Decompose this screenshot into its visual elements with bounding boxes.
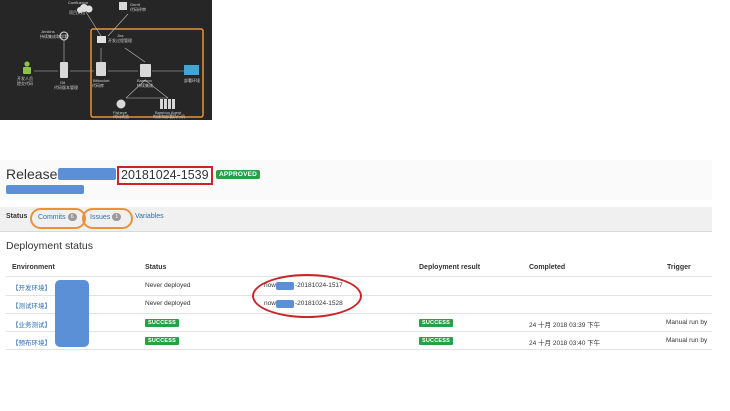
release-header bbox=[0, 160, 712, 200]
redacted-subtitle bbox=[6, 185, 84, 194]
result-success-badge[interactable]: SUCCESS bbox=[419, 337, 453, 345]
gerrit-icon bbox=[119, 2, 127, 10]
jira-icon bbox=[97, 36, 106, 43]
bamboo-icon bbox=[140, 64, 151, 77]
release-version: 20181024-1539 bbox=[117, 166, 213, 185]
issues-highlight-oval bbox=[82, 208, 133, 229]
diagram-sub-agent: 构建和部署执行机 bbox=[153, 113, 185, 119]
env-link-biz-test[interactable]: 【业务测试】 bbox=[12, 319, 51, 329]
diagram-label-confluence: Confluence bbox=[68, 0, 89, 5]
diagram-sub-fisheye: 代码浏览 bbox=[113, 113, 129, 119]
commits-highlight-oval bbox=[30, 208, 86, 229]
release-title-label: Release: bbox=[6, 166, 62, 182]
diagram-sub-jenkins: 持续集成和部署 bbox=[40, 33, 68, 39]
result-success-badge[interactable]: SUCCESS bbox=[419, 319, 453, 327]
col-header-result: Deployment result bbox=[419, 264, 481, 271]
tab-variables-label: Variables bbox=[135, 213, 164, 220]
row-completed: 24 十月 2018 03:40 下午 bbox=[529, 340, 601, 347]
bitbucket-icon bbox=[96, 62, 106, 76]
developer-icon bbox=[23, 61, 31, 74]
bamboo-agent-icon bbox=[160, 99, 175, 109]
env-link-preprod[interactable]: 【预布环境】 bbox=[12, 337, 51, 347]
diagram-sub-jira: 开发过程管理 bbox=[108, 37, 132, 43]
row-divider bbox=[6, 331, 712, 332]
col-header-environment: Environment bbox=[12, 264, 55, 271]
row-trigger: Manual run by bbox=[666, 337, 708, 344]
row-completed: 24 十月 2018 03:39 下午 bbox=[529, 322, 601, 329]
col-header-status: Status bbox=[145, 264, 167, 271]
row-status: Never deployed bbox=[145, 282, 191, 289]
tab-status[interactable]: Status bbox=[6, 213, 27, 220]
row-status: Never deployed bbox=[145, 300, 191, 307]
redacted-plan-name bbox=[58, 168, 116, 180]
redacted-env-names bbox=[55, 280, 89, 347]
version-highlight-ellipse bbox=[252, 274, 362, 318]
status-success-badge: SUCCESS bbox=[145, 319, 179, 327]
tab-status-label: Status bbox=[6, 213, 28, 220]
env-link-dev[interactable]: 【开发环境】 bbox=[12, 282, 51, 292]
deployment-status-title: Deployment status bbox=[6, 240, 93, 252]
row-divider bbox=[6, 349, 712, 350]
tab-variables[interactable]: Variables bbox=[135, 213, 164, 220]
diagram-sub-confluence: 项目文档 bbox=[69, 9, 85, 15]
row-trigger: Manual run by bbox=[666, 319, 708, 326]
deploy-env-icon bbox=[184, 65, 199, 75]
fisheye-icon bbox=[116, 99, 126, 109]
approved-badge: APPROVED bbox=[216, 170, 261, 179]
header-divider bbox=[6, 276, 712, 277]
architecture-diagram: Confluence 项目文档 Gerrit 代码评审 Jenkins 持续集成… bbox=[0, 0, 212, 120]
diagram-sub-bamboo: 持续集成 bbox=[137, 82, 153, 88]
diagram-sub-gerrit: 代码评审 bbox=[130, 6, 146, 12]
diagram-label-deploy: 部署环境 bbox=[184, 77, 200, 83]
git-icon bbox=[60, 62, 68, 78]
status-success-badge: SUCCESS bbox=[145, 337, 179, 345]
diagram-sub-developer: 提交代码 bbox=[17, 80, 33, 86]
diagram-sub-bitbucket: 代码库 bbox=[92, 82, 104, 88]
col-header-completed: Completed bbox=[529, 264, 566, 271]
diagram-sub-git: 代码版本管理 bbox=[54, 84, 78, 90]
col-header-trigger: Trigger bbox=[667, 264, 691, 271]
row-divider bbox=[6, 313, 712, 314]
env-link-test[interactable]: 【测试环境】 bbox=[12, 300, 51, 310]
